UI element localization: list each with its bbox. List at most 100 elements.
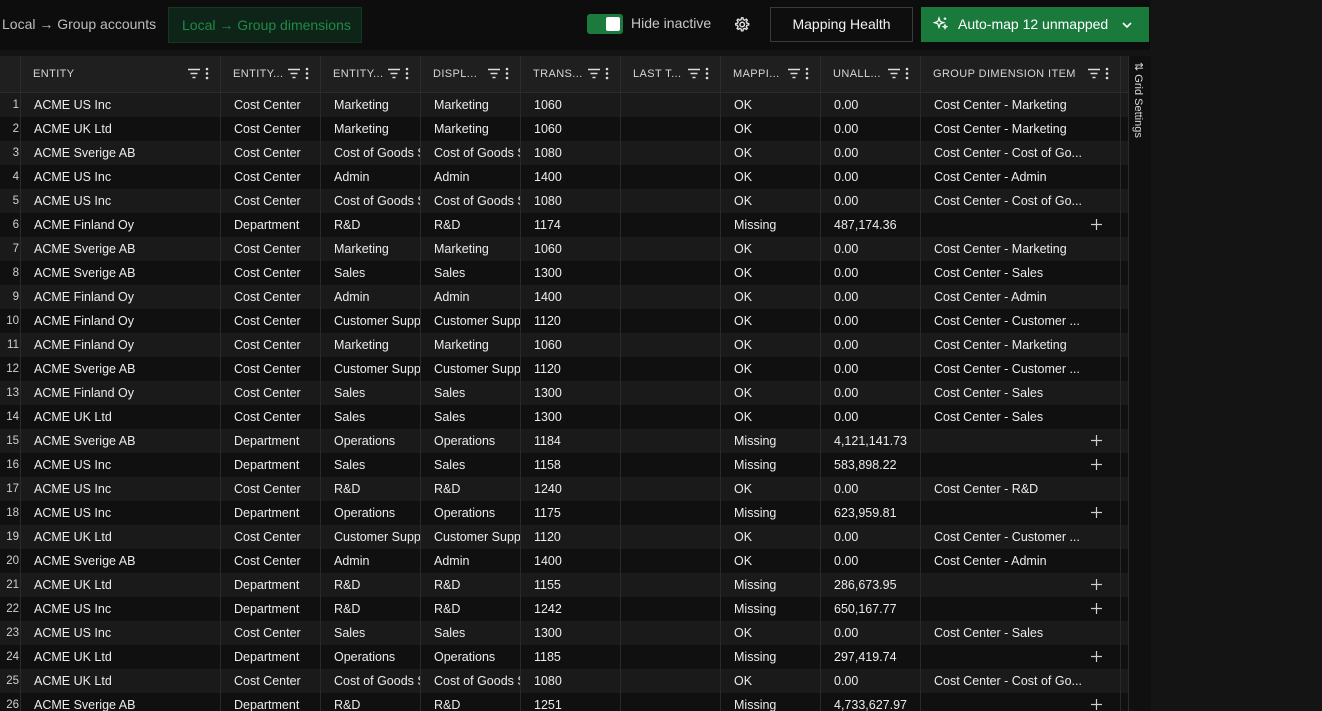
cell-unall[interactable]: 0.00 xyxy=(821,261,921,285)
cell-mapping[interactable]: OK xyxy=(721,525,821,549)
cell-unall[interactable]: 0.00 xyxy=(821,405,921,429)
cell-display[interactable]: Sales xyxy=(421,453,521,477)
column-menu-icon[interactable] xyxy=(205,67,209,80)
table-row[interactable]: 25ACME UK LtdCost CenterCost of Goods So… xyxy=(0,669,1128,693)
table-row[interactable]: 23 ACME US Inc Cost Center Sales Sales 1300 OK… xyxy=(0,621,1128,645)
cell-display[interactable]: Marketing xyxy=(421,333,521,357)
table-row[interactable]: 26 ACME Sverige AB Department R&D R&D 1251 Mis… xyxy=(0,693,1128,711)
cell-entity[interactable]: ACME Sverige AB xyxy=(21,261,221,285)
cell-display[interactable]: Cost of Goods Sold xyxy=(421,669,521,693)
cell-entity[interactable]: ACME Finland Oy xyxy=(21,309,221,333)
cell-last[interactable] xyxy=(621,213,721,237)
cell-unall[interactable]: 623,959.81 xyxy=(821,501,921,525)
cell-mapping[interactable]: OK xyxy=(721,333,821,357)
cell-mapping[interactable]: Missing xyxy=(721,573,821,597)
cell-entity[interactable]: ACME US Inc xyxy=(21,597,221,621)
cell-trans[interactable]: 1300 xyxy=(521,381,621,405)
cell-name[interactable]: Customer Support xyxy=(321,357,421,381)
cell-type[interactable]: Cost Center xyxy=(221,525,321,549)
cell-trans[interactable]: 1240 xyxy=(521,477,621,501)
cell-type[interactable]: Cost Center xyxy=(221,189,321,213)
cell-type[interactable]: Department xyxy=(221,213,321,237)
table-row[interactable]: 14 ACME UK Ltd Cost Center Sales Sales 1300 OK… xyxy=(0,405,1128,429)
cell-group[interactable]: Cost Center - Cost of Go... xyxy=(921,189,1121,213)
cell-trans[interactable]: 1400 xyxy=(521,285,621,309)
cell-group[interactable]: Cost Center - Admin xyxy=(921,285,1121,309)
cell-type[interactable]: Cost Center xyxy=(221,93,321,117)
cell-group[interactable]: Cost Center - Marketing xyxy=(921,117,1121,141)
filter-icon[interactable] xyxy=(1088,68,1100,79)
cell-name[interactable]: Operations xyxy=(321,645,421,669)
cell-entity[interactable]: ACME UK Ltd xyxy=(21,573,221,597)
column-header-mapping[interactable]: MAPPI... xyxy=(721,56,821,92)
cell-mapping[interactable]: OK xyxy=(721,141,821,165)
cell-mapping[interactable]: Missing xyxy=(721,453,821,477)
cell-type[interactable]: Cost Center xyxy=(221,669,321,693)
cell-unall[interactable]: 0.00 xyxy=(821,549,921,573)
table-row[interactable]: 1 ACME US Inc Cost Center Marketing Marketin… xyxy=(0,93,1128,117)
cell-display[interactable]: Cost of Goods Sold xyxy=(421,189,521,213)
column-menu-icon[interactable] xyxy=(405,67,409,80)
cell-display[interactable]: Operations xyxy=(421,645,521,669)
cell-last[interactable] xyxy=(621,261,721,285)
cell-display[interactable]: Customer Support xyxy=(421,525,521,549)
cell-last[interactable] xyxy=(621,573,721,597)
grid-settings-panel[interactable]: ⇅ Grid Settings xyxy=(1128,56,1151,711)
cell-group[interactable]: Cost Center - Sales xyxy=(921,261,1121,285)
cell-last[interactable] xyxy=(621,429,721,453)
cell-unall[interactable]: 0.00 xyxy=(821,381,921,405)
cell-num[interactable]: 22 xyxy=(0,597,21,621)
cell-unall[interactable]: 0.00 xyxy=(821,309,921,333)
cell-type[interactable]: Cost Center xyxy=(221,165,321,189)
column-header-unall[interactable]: UNALL... xyxy=(821,56,921,92)
cell-num[interactable]: 9 xyxy=(0,285,21,309)
cell-mapping[interactable]: OK xyxy=(721,189,821,213)
cell-name[interactable]: Cost of Goods Sold xyxy=(321,669,421,693)
table-row[interactable]: 9 ACME Finland Oy Cost Center Admin Admin 140… xyxy=(0,285,1128,309)
grid-settings-label[interactable]: ⇅ Grid Settings xyxy=(1132,62,1145,138)
cell-num[interactable]: 25 xyxy=(0,669,21,693)
cell-mapping[interactable]: OK xyxy=(721,237,821,261)
cell-unall[interactable]: 0.00 xyxy=(821,525,921,549)
cell-type[interactable]: Department xyxy=(221,429,321,453)
cell-mapping[interactable]: OK xyxy=(721,285,821,309)
mapping-health-button[interactable]: Mapping Health xyxy=(770,7,913,42)
cell-type[interactable]: Cost Center xyxy=(221,237,321,261)
cell-last[interactable] xyxy=(621,621,721,645)
cell-type[interactable]: Cost Center xyxy=(221,309,321,333)
cell-unall[interactable]: 0.00 xyxy=(821,117,921,141)
cell-last[interactable] xyxy=(621,357,721,381)
cell-trans[interactable]: 1174 xyxy=(521,213,621,237)
cell-display[interactable]: Marketing xyxy=(421,117,521,141)
cell-entity[interactable]: ACME US Inc xyxy=(21,93,221,117)
cell-last[interactable] xyxy=(621,693,721,711)
column-menu-icon[interactable] xyxy=(1105,67,1109,80)
column-header-display[interactable]: DISPL... xyxy=(421,56,521,92)
table-row[interactable]: 15 ACME Sverige AB Department Operations Ope… xyxy=(0,429,1128,453)
cell-num[interactable]: 1 xyxy=(0,93,21,117)
cell-trans[interactable]: 1400 xyxy=(521,165,621,189)
cell-unall[interactable]: 0.00 xyxy=(821,477,921,501)
cell-unall[interactable]: 0.00 xyxy=(821,357,921,381)
cell-group[interactable]: Cost Center - Sales xyxy=(921,621,1121,645)
cell-trans[interactable]: 1185 xyxy=(521,645,621,669)
cell-trans[interactable]: 1060 xyxy=(521,117,621,141)
cell-entity[interactable]: ACME US Inc xyxy=(21,453,221,477)
cell-type[interactable]: Cost Center xyxy=(221,261,321,285)
cell-group[interactable]: Cost Center - Marketing xyxy=(921,333,1121,357)
cell-display[interactable]: R&D xyxy=(421,693,521,711)
cell-mapping[interactable]: OK xyxy=(721,117,821,141)
cell-num[interactable]: 17 xyxy=(0,477,21,501)
cell-unall[interactable]: 297,419.74 xyxy=(821,645,921,669)
column-header-num[interactable] xyxy=(0,56,21,92)
cell-unall[interactable]: 0.00 xyxy=(821,141,921,165)
cell-unall[interactable]: 650,167.77 xyxy=(821,597,921,621)
cell-name[interactable]: Customer Support xyxy=(321,525,421,549)
cell-trans[interactable]: 1242 xyxy=(521,597,621,621)
cell-trans[interactable]: 1251 xyxy=(521,693,621,711)
automap-button[interactable]: Auto-map 12 unmapped xyxy=(921,7,1149,42)
filter-icon[interactable] xyxy=(688,68,700,79)
cell-entity[interactable]: ACME UK Ltd xyxy=(21,117,221,141)
tab-local-group-accounts[interactable]: Local → Group accounts xyxy=(0,7,156,43)
cell-last[interactable] xyxy=(621,669,721,693)
